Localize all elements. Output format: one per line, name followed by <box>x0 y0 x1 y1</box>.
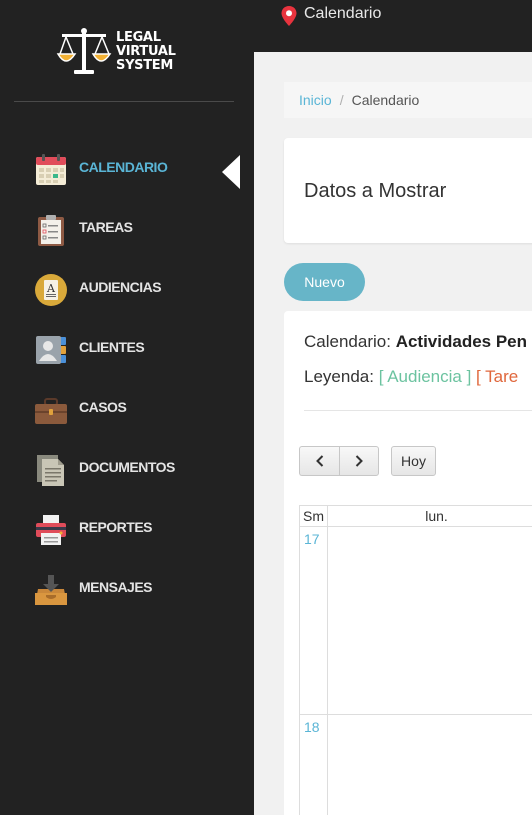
logo-text: LEGAL VIRTUAL SYSTEM <box>116 31 176 73</box>
breadcrumb-separator: / <box>339 92 344 108</box>
sidebar-item-documentos[interactable]: DOCUMENTOS <box>0 440 254 500</box>
calendar-panel: Calendario: Actividades Pen Leyenda: [ A… <box>284 311 532 815</box>
week-number-header: Sm <box>300 506 328 527</box>
week-number: 17 <box>304 531 320 547</box>
calendar-grid: Sm lun. 17 2 18 <box>299 505 532 815</box>
calendar-nav <box>299 446 379 476</box>
new-button[interactable]: Nuevo <box>284 263 365 301</box>
sidebar-divider <box>14 101 234 102</box>
documents-icon <box>33 452 69 488</box>
sidebar-menu: CALENDARIO TAREAS A AUDIENCIAS CLIENTES … <box>0 140 254 620</box>
chevron-right-icon <box>355 455 363 467</box>
day-header-monday: lun. <box>328 506 532 527</box>
breadcrumb-home-link[interactable]: Inicio <box>299 92 332 108</box>
legend-line: Leyenda: [ Audiencia ] [ Tare <box>304 367 518 387</box>
sidebar-item-mensajes[interactable]: MENSAJES <box>0 560 254 620</box>
sidebar-item-casos[interactable]: CASOS <box>0 380 254 440</box>
legend-audiencia: [ Audiencia ] <box>378 367 472 386</box>
next-button[interactable] <box>339 446 379 476</box>
calendar-label: Calendario: <box>304 332 391 351</box>
sidebar-item-tareas[interactable]: TAREAS <box>0 200 254 260</box>
filters-panel: Datos a Mostrar <box>284 138 532 243</box>
clipboard-icon <box>33 212 69 248</box>
sidebar-item-reportes[interactable]: REPORTES <box>0 500 254 560</box>
printer-icon <box>33 512 69 548</box>
sidebar-item-label: DOCUMENTOS <box>79 459 175 475</box>
app-logo[interactable]: LEGAL VIRTUAL SYSTEM <box>56 24 196 80</box>
sidebar: LEGAL VIRTUAL SYSTEM CALENDARIO TAREAS A… <box>0 0 254 815</box>
scales-icon <box>56 28 112 74</box>
legend-label: Leyenda: <box>304 367 374 386</box>
sidebar-item-label: TAREAS <box>79 219 133 235</box>
active-indicator <box>222 155 240 189</box>
briefcase-icon <box>33 392 69 428</box>
calendar-icon <box>33 152 69 188</box>
panel-divider <box>304 410 532 411</box>
sidebar-item-clientes[interactable]: CLIENTES <box>0 320 254 380</box>
chevron-left-icon <box>315 455 323 467</box>
legend-tareas: [ Tare <box>476 367 519 386</box>
logo-line-1: LEGAL <box>116 30 161 45</box>
logo-line-2: VIRTUAL <box>116 44 176 59</box>
day-cell[interactable] <box>328 715 532 815</box>
breadcrumb: Inicio / Calendario <box>284 82 532 118</box>
sidebar-item-label: AUDIENCIAS <box>79 279 162 295</box>
day-cell[interactable]: 2 <box>328 527 532 715</box>
contacts-icon <box>33 332 69 368</box>
calendar-name: Actividades Pen <box>395 332 528 351</box>
location-pin-icon <box>281 6 297 26</box>
svg-text:A: A <box>46 282 56 295</box>
today-button[interactable]: Hoy <box>391 446 436 476</box>
sidebar-item-calendario[interactable]: CALENDARIO <box>0 140 254 200</box>
audience-icon: A <box>33 272 69 308</box>
prev-button[interactable] <box>299 446 339 476</box>
week-number-cell: 17 <box>300 527 328 715</box>
sidebar-item-label: CASOS <box>79 399 127 415</box>
logo-line-3: SYSTEM <box>116 58 174 73</box>
top-bar: Calendario <box>254 0 532 52</box>
panel-title[interactable]: Datos a Mostrar <box>304 180 446 203</box>
sidebar-item-label: CLIENTES <box>79 339 145 355</box>
sidebar-item-label: MENSAJES <box>79 579 153 595</box>
sidebar-item-audiencias[interactable]: A AUDIENCIAS <box>0 260 254 320</box>
calendar-selector-line: Calendario: Actividades Pen <box>304 332 527 352</box>
inbox-icon <box>33 572 69 608</box>
week-number: 18 <box>304 719 320 735</box>
sidebar-item-label: CALENDARIO <box>79 159 168 175</box>
sidebar-item-label: REPORTES <box>79 519 153 535</box>
week-number-cell: 18 <box>300 715 328 815</box>
breadcrumb-current: Calendario <box>351 92 420 108</box>
page-title: Calendario <box>304 5 382 22</box>
